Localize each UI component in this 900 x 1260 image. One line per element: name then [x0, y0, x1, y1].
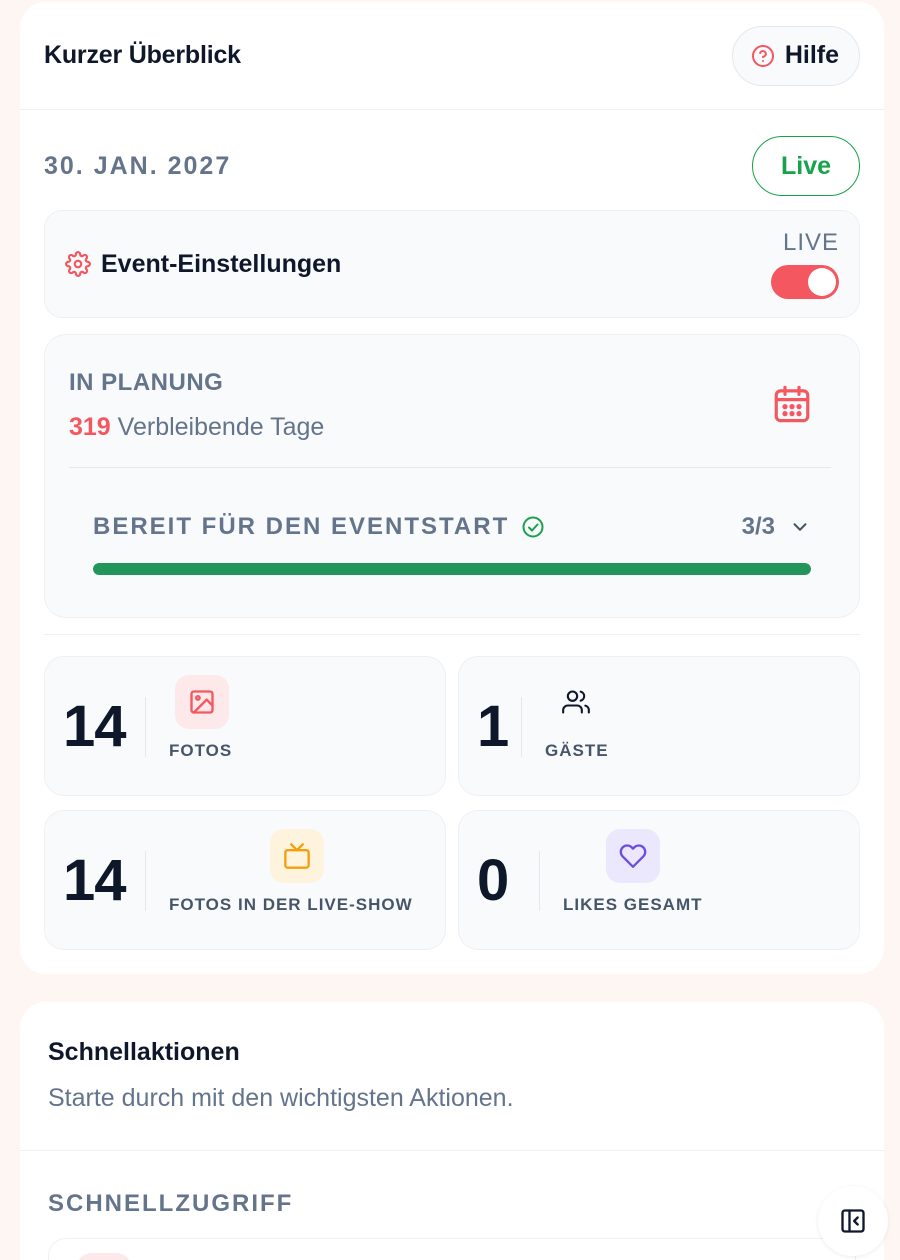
chevron-down-icon — [793, 523, 807, 531]
ready-count-group: 3/3 — [742, 513, 811, 541]
ready-label: BEREIT FÜR DEN EVENTSTART — [93, 513, 510, 540]
stat-separator — [539, 851, 540, 911]
overview-header: Kurzer Überblick Hilfe — [20, 2, 884, 110]
ready-checklist-toggle[interactable]: BEREIT FÜR DEN EVENTSTART 3/3 — [93, 513, 811, 541]
stat-label: FOTOS IN DER LIVE-SHOW — [169, 895, 413, 914]
quick-actions-divider — [20, 1150, 884, 1151]
overview-title: Kurzer Überblick — [44, 41, 241, 69]
stat-label: FOTOS — [169, 741, 233, 760]
check-circle-icon — [522, 516, 544, 538]
stat-icon-badge — [549, 675, 603, 729]
quick-actions-subtitle: Starte durch mit den wichtigsten Aktione… — [48, 1084, 514, 1112]
stat-card-likes[interactable]: 0 LIKES GESAMT — [458, 810, 860, 950]
stat-separator — [145, 851, 146, 911]
planning-status: IN PLANUNG — [69, 369, 224, 396]
stat-icon-badge — [606, 829, 660, 883]
stat-separator — [521, 697, 522, 757]
stat-label: LIKES GESAMT — [563, 895, 703, 914]
live-toggle-group: LIVE — [771, 229, 839, 299]
help-label: Hilfe — [784, 41, 839, 69]
stat-card-guests[interactable]: 1 GÄSTE — [458, 656, 860, 796]
remaining-days: 319 Verbleibende Tage — [69, 413, 324, 442]
live-status-badge: Live — [752, 136, 860, 196]
event-settings-label: Event-Einstellungen — [101, 249, 342, 278]
ready-progress-fill — [93, 563, 811, 575]
quick-access-item[interactable] — [48, 1238, 856, 1260]
sidebar-collapse-icon — [841, 1209, 865, 1233]
stat-card-liveshow-photos[interactable]: 14 FOTOS IN DER LIVE-SHOW — [44, 810, 446, 950]
tv-icon — [284, 843, 310, 869]
heart-icon — [619, 844, 647, 868]
event-date: 30. JAN. 2027 — [44, 151, 232, 180]
quick-actions-title: Schnellaktionen — [48, 1038, 240, 1066]
event-settings-link[interactable]: Event-Einstellungen — [65, 250, 341, 279]
stat-card-photos[interactable]: 14 FOTOS — [44, 656, 446, 796]
quick-access-heading: SCHNELLZUGRIFF — [48, 1190, 294, 1217]
date-row: 30. JAN. 2027 Live — [44, 136, 860, 196]
live-toggle-caption: LIVE — [782, 229, 839, 256]
ready-count: 3/3 — [741, 513, 775, 540]
event-settings-row[interactable]: Event-Einstellungen LIVE — [44, 210, 860, 318]
stats-divider — [44, 634, 860, 635]
help-button[interactable]: Hilfe — [731, 25, 860, 86]
gear-icon — [65, 251, 91, 277]
stat-separator — [145, 697, 146, 757]
stat-value: 0 — [477, 847, 509, 913]
overview-card: Kurzer Überblick Hilfe 30. JAN. 2027 Liv… — [20, 2, 884, 974]
remaining-days-count: 319 — [69, 413, 111, 441]
ready-progress-bar — [93, 563, 811, 575]
planning-panel: IN PLANUNG 319 Verbleibende Tage BEREIT … — [44, 334, 860, 618]
planning-divider — [69, 467, 831, 468]
users-icon — [562, 690, 590, 714]
stat-label: GÄSTE — [545, 741, 609, 760]
stat-value: 14 — [63, 693, 127, 759]
remaining-days-label: Verbleibende Tage — [117, 413, 325, 441]
ready-label-group: BEREIT FÜR DEN EVENTSTART — [93, 513, 545, 541]
stat-value: 14 — [63, 847, 127, 913]
sidebar-collapse-button[interactable] — [818, 1186, 888, 1256]
live-toggle-knob — [808, 268, 836, 296]
live-toggle[interactable] — [771, 265, 839, 299]
help-circle-icon — [751, 44, 774, 67]
stat-value: 1 — [477, 693, 509, 759]
stat-icon-badge — [175, 675, 229, 729]
image-icon — [190, 690, 214, 714]
stat-icon-badge — [270, 829, 324, 883]
quick-actions-card: Schnellaktionen Starte durch mit den wic… — [20, 1002, 884, 1260]
quick-access-item-icon — [77, 1253, 131, 1260]
calendar-icon — [774, 385, 810, 423]
